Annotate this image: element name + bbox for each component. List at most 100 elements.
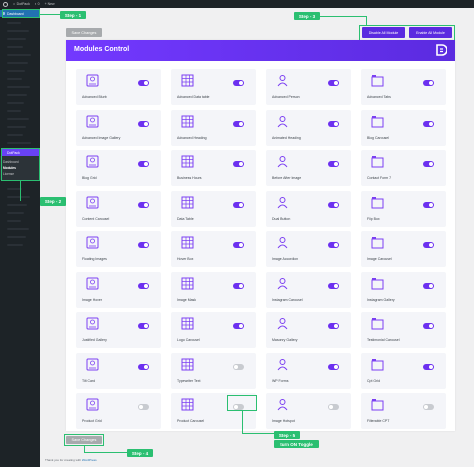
- module-toggle[interactable]: [328, 404, 339, 410]
- person-icon: [277, 75, 288, 87]
- module-card: Instagram Gallery: [361, 271, 446, 308]
- admin-bar-site[interactable]: ⌂ DotPack: [13, 2, 30, 6]
- module-toggle[interactable]: [328, 363, 339, 370]
- toggle-knob: [144, 121, 148, 126]
- module-card: Animated Heading: [266, 109, 351, 146]
- module-card: Floating Images: [76, 231, 161, 267]
- toggle-knob: [144, 243, 148, 247]
- module-card: Data Table: [171, 190, 256, 227]
- toggle-knob: [239, 243, 243, 247]
- module-toggle[interactable]: [138, 242, 149, 248]
- admin-bar-new[interactable]: + New: [45, 2, 55, 6]
- enable-all-button[interactable]: Enable All Module: [409, 27, 452, 38]
- module-toggle[interactable]: [233, 120, 244, 127]
- module-toggle[interactable]: [423, 80, 434, 86]
- masonry-icon: [277, 318, 288, 330]
- module-toggle[interactable]: [138, 404, 149, 410]
- step1-connector: [40, 14, 60, 15]
- disable-all-button[interactable]: Disable All Module: [362, 27, 405, 38]
- module-toggle[interactable]: [138, 323, 149, 329]
- module-card: Advanced Data table: [171, 69, 256, 105]
- module-card: Advanced Image Gallery: [76, 109, 161, 146]
- toggle-knob: [239, 121, 243, 126]
- module-toggle[interactable]: [423, 201, 434, 208]
- module-label: WP Forms: [272, 378, 289, 383]
- toggle-knob: [429, 283, 433, 288]
- module-card: Dual Button: [266, 190, 351, 227]
- typewriter-icon: [181, 358, 194, 370]
- module-label: Hover Box: [177, 257, 194, 261]
- module-card: Product Grid: [76, 393, 161, 429]
- module-label: Before After Image: [272, 176, 302, 180]
- module-toggle[interactable]: [233, 282, 244, 289]
- instagram-gallery-icon: [371, 277, 384, 289]
- module-toggle[interactable]: [423, 282, 434, 289]
- toggle-knob: [239, 202, 243, 207]
- sidebar-menu-placeholder: [7, 94, 27, 96]
- step5-connector-h: [242, 433, 274, 434]
- module-toggle[interactable]: [423, 323, 434, 329]
- save-changes-top-button[interactable]: Save Changes: [66, 28, 102, 37]
- module-toggle[interactable]: [328, 242, 339, 248]
- module-toggle[interactable]: [138, 80, 149, 86]
- module-toggle[interactable]: [328, 323, 339, 329]
- footer-wordpress-link[interactable]: WordPress: [82, 458, 97, 462]
- module-label: Image Hotspot: [272, 419, 295, 423]
- module-label: Blog Carousel: [367, 135, 389, 140]
- module-toggle[interactable]: [423, 120, 434, 127]
- module-card: Business Hours: [171, 150, 256, 186]
- step4-connector-h: [84, 452, 128, 453]
- admin-bar-comments[interactable]: ▪ 0: [35, 2, 40, 6]
- toggle-knob: [144, 202, 148, 207]
- wordpress-logo-icon[interactable]: [3, 1, 8, 7]
- toggle-knob: [144, 162, 148, 166]
- module-toggle[interactable]: [138, 201, 149, 208]
- module-toggle[interactable]: [233, 323, 244, 329]
- module-card: Image Carousel: [361, 231, 446, 267]
- module-toggle[interactable]: [328, 80, 339, 86]
- footer-text: Thank you for creating with WordPress: [45, 458, 97, 462]
- module-card: Blog Carousel: [361, 109, 446, 146]
- module-toggle[interactable]: [138, 120, 149, 127]
- module-label: Business Hours: [177, 176, 202, 180]
- module-toggle[interactable]: [328, 161, 339, 167]
- toggle-knob: [334, 324, 338, 328]
- module-toggle[interactable]: [328, 201, 339, 208]
- toggle-knob: [139, 405, 143, 409]
- module-toggle[interactable]: [233, 80, 244, 86]
- toggle-knob: [144, 283, 148, 288]
- toggle-knob: [429, 324, 433, 328]
- step1-label: Step - 1: [60, 11, 86, 19]
- module-toggle[interactable]: [423, 363, 434, 370]
- sidebar-menu-placeholder: [7, 30, 29, 32]
- module-toggle[interactable]: [138, 363, 149, 370]
- module-toggle[interactable]: [423, 404, 434, 410]
- module-toggle[interactable]: [233, 161, 244, 167]
- module-label: Product Grid: [82, 419, 102, 423]
- module-card: Tilt Card: [76, 352, 161, 389]
- hover-box-icon: [181, 236, 194, 249]
- sidebar-menu-placeholder: [7, 46, 23, 48]
- module-toggle[interactable]: [328, 120, 339, 127]
- data-table-icon: [181, 196, 194, 208]
- module-toggle[interactable]: [423, 242, 434, 248]
- module-card: Cpt Grid: [361, 352, 446, 389]
- sidebar-menu-placeholder: [7, 236, 26, 238]
- module-toggle[interactable]: [328, 282, 339, 289]
- save-changes-bottom-button[interactable]: Save Changes: [66, 436, 102, 444]
- module-toggle[interactable]: [423, 161, 434, 167]
- module-label: Typewriter Text: [177, 378, 201, 383]
- toggle-knob: [329, 405, 333, 409]
- module-toggle[interactable]: [233, 201, 244, 208]
- sidebar-menu-placeholder: [7, 62, 28, 64]
- module-toggle[interactable]: [138, 161, 149, 167]
- module-label: Content Carousel: [82, 216, 110, 221]
- module-label: Advanced Person: [272, 95, 300, 99]
- module-toggle[interactable]: [233, 363, 244, 370]
- product-carousel-icon: [181, 398, 194, 411]
- toggle-knob: [239, 283, 243, 288]
- module-toggle[interactable]: [233, 242, 244, 248]
- module-toggle[interactable]: [138, 282, 149, 289]
- step2-highlight: [1, 148, 40, 181]
- step2-label: Step - 2: [40, 197, 66, 206]
